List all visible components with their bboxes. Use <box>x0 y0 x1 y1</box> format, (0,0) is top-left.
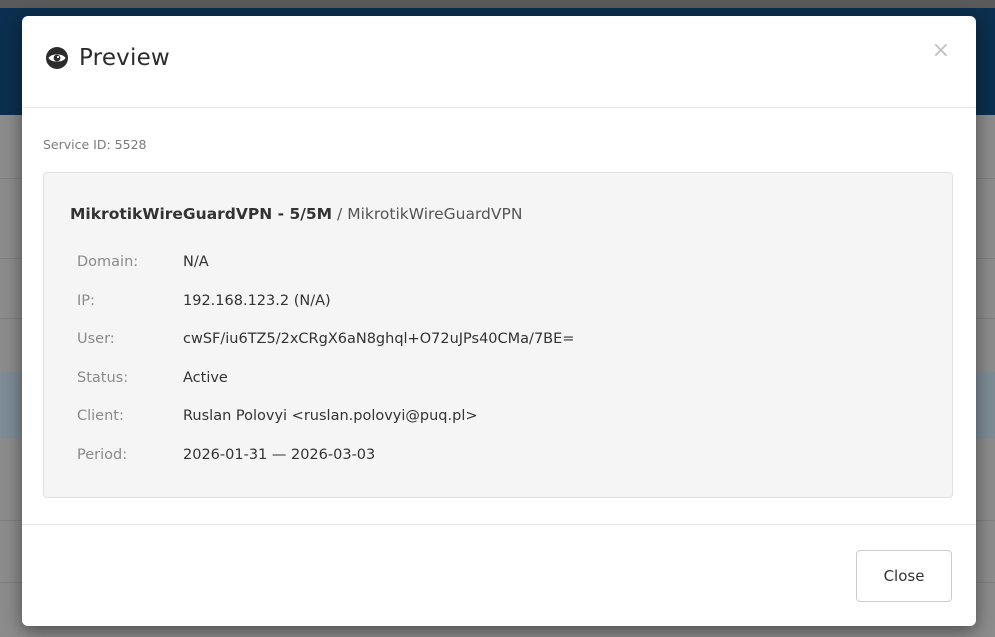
preview-modal: Preview × Service ID: 5528 MikrotikWireG… <box>22 16 976 626</box>
detail-value-ip: 192.168.123.2 (N/A) <box>183 292 331 309</box>
service-id-text: Service ID: 5528 <box>43 137 147 152</box>
detail-label: Client: <box>77 408 124 425</box>
detail-label: User: <box>77 331 115 348</box>
detail-row-client: Client: Ruslan Polovyi <ruslan.polovyi@p… <box>77 397 574 436</box>
modal-title: Preview <box>45 45 170 71</box>
modal-header: Preview × <box>22 16 976 108</box>
close-icon[interactable]: × <box>932 40 950 62</box>
detail-label: Period: <box>77 446 128 463</box>
detail-row-status: Status: Active <box>77 359 574 398</box>
detail-label: Domain: <box>77 254 139 271</box>
close-button[interactable]: Close <box>856 550 952 602</box>
service-details: Domain: N/A IP: 192.168.123.2 (N/A) User… <box>77 243 574 474</box>
eye-icon <box>45 46 69 70</box>
detail-value-domain: N/A <box>183 254 209 271</box>
detail-value-period: 2026-01-31 — 2026-03-03 <box>183 446 376 463</box>
detail-row-user: User: cwSF/iu6TZ5/2xCRgX6aN8ghql+O72uJPs… <box>77 320 574 359</box>
product-group: MikrotikWireGuardVPN <box>347 205 523 223</box>
product-line: MikrotikWireGuardVPN - 5/5M / MikrotikWi… <box>70 205 522 223</box>
product-name: MikrotikWireGuardVPN - 5/5M <box>70 205 333 223</box>
detail-label: Status: <box>77 369 129 386</box>
detail-row-domain: Domain: N/A <box>77 243 574 282</box>
detail-value-user: cwSF/iu6TZ5/2xCRgX6aN8ghql+O72uJPs40CMa/… <box>183 331 575 348</box>
modal-footer: Close <box>22 524 976 626</box>
detail-value-status: Active <box>183 369 228 386</box>
detail-value-client: Ruslan Polovyi <ruslan.polovyi@puq.pl> <box>183 408 478 425</box>
modal-title-text: Preview <box>79 45 170 71</box>
backdrop-top-strip <box>0 0 995 8</box>
service-info-panel: MikrotikWireGuardVPN - 5/5M / MikrotikWi… <box>43 172 953 498</box>
product-separator: / <box>337 205 343 223</box>
detail-label: IP: <box>77 292 95 309</box>
detail-row-period: Period: 2026-01-31 — 2026-03-03 <box>77 436 574 475</box>
detail-row-ip: IP: 192.168.123.2 (N/A) <box>77 282 574 321</box>
